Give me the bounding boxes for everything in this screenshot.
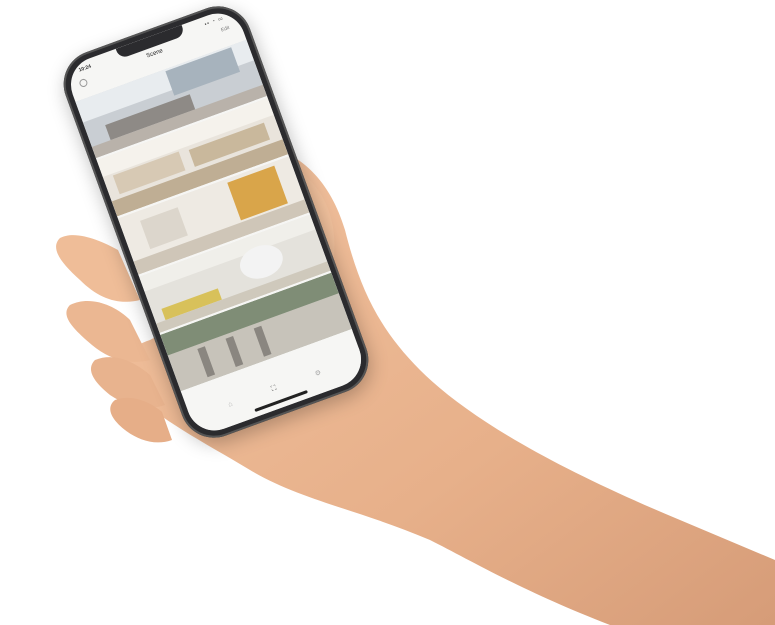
photo: 10:24 ▪▪ ◔ ▭ Scene Edit ⌂ ⛶ ⚙: [0, 0, 775, 625]
home-icon[interactable]: ⌂: [227, 401, 233, 409]
settings-icon[interactable]: ⚙: [314, 368, 322, 378]
finger-2: [66, 300, 150, 362]
edit-button[interactable]: Edit: [220, 25, 230, 34]
scene-icon[interactable]: ⛶: [270, 385, 277, 394]
